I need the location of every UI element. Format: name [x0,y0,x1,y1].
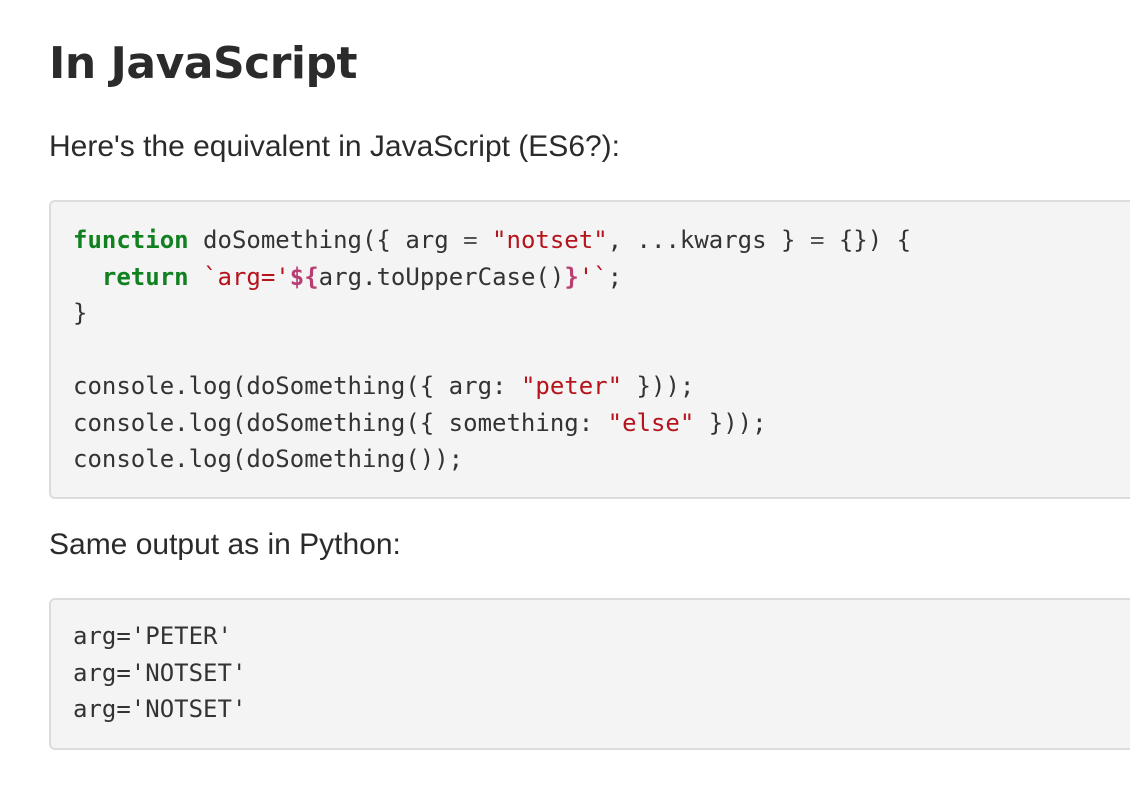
output-line: arg='NOTSET' [73,658,247,687]
section-heading: In JavaScript [49,38,358,89]
code-line: console.log(doSomething({ arg: "peter" }… [73,368,1130,405]
code-keyword: return [101,262,189,291]
code-string: "notset" [492,226,608,254]
code-text: ; [607,262,623,291]
code-text: doSomething({ arg [188,226,464,254]
code-operator: = [809,226,825,254]
code-string: "else" [607,408,695,437]
code-text: arg.toUpperCase() [318,262,565,291]
output-line: arg='PETER' [73,622,232,650]
code-line: console.log(doSomething()); [73,445,464,473]
output-code-block[interactable]: arg='PETER' arg='NOTSET' arg='NOTSET' [49,598,1130,750]
code-text: {}) { [824,226,912,254]
code-text: , ...kwargs } [607,226,810,254]
code-template-string: `arg=' [203,262,290,291]
code-line: return `arg='${arg.toUpperCase()}'`; [73,259,1130,296]
code-text: })); [694,408,767,437]
output-line: arg='NOTSET' [73,695,247,723]
code-line: console.log(doSomething({ something: "el… [73,405,1130,442]
code-line: function doSomething({ arg = "notset", .… [73,222,1130,259]
code-interpolation: ${ [289,262,319,291]
code-text: })); [622,372,695,400]
output-paragraph: Same output as in Python: [49,528,401,561]
code-text: console.log(doSomething({ something: [73,408,608,437]
javascript-code-block[interactable]: function doSomething({ arg = "notset", .… [49,200,1130,499]
intro-paragraph: Here's the equivalent in JavaScript (ES6… [49,130,621,163]
code-keyword: function [73,226,189,254]
code-interpolation: } [564,262,579,291]
code-line: } [73,299,88,327]
code-text: console.log(doSomething({ arg: [73,372,521,400]
code-string: "peter" [520,372,623,400]
code-operator: = [463,226,478,254]
code-template-string: '` [578,262,608,291]
